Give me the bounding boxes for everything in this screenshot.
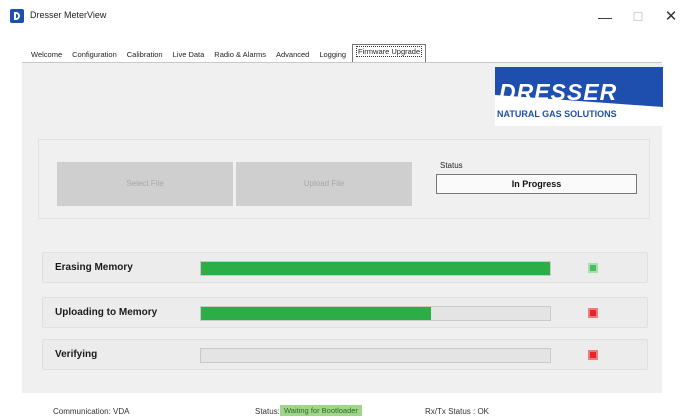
tab-logging[interactable]: Logging (315, 47, 350, 62)
logo-name: DRESSER (499, 79, 618, 105)
step-label: Uploading to Memory (55, 307, 158, 318)
step-label: Erasing Memory (55, 262, 133, 273)
step-uploading-memory: Uploading to Memory (42, 297, 648, 328)
status-value: In Progress (436, 174, 637, 194)
rxtx-status: Rx/Tx Status : OK (425, 407, 490, 416)
tab-firmware-upgrade[interactable]: Firmware Upgrade (352, 44, 427, 62)
tab-welcome[interactable]: Welcome (27, 47, 66, 62)
app-icon (10, 9, 24, 23)
title-bar: Dresser MeterView — ☐ ✕ (0, 0, 691, 34)
tab-configuration[interactable]: Configuration (68, 47, 121, 62)
step-erasing-memory: Erasing Memory (42, 252, 648, 283)
bootloader-status-badge: Waiting for Bootloader (280, 405, 362, 416)
progress-bar (200, 348, 551, 363)
tab-advanced[interactable]: Advanced (272, 47, 313, 62)
upload-file-button[interactable]: Upload File (236, 162, 412, 206)
status-indicator (588, 308, 598, 318)
tab-strip: Welcome Configuration Calibration Live D… (27, 44, 428, 62)
progress-fill (201, 262, 550, 275)
tab-radio-alarms[interactable]: Radio & Alarms (210, 47, 270, 62)
status-bar: Communication: VDA Status: Waiting for B… (0, 393, 691, 419)
logo-tagline: NATURAL GAS SOLUTIONS (497, 109, 617, 119)
step-label: Verifying (55, 349, 98, 360)
tab-firmware-upgrade-label: Firmware Upgrade (356, 46, 423, 57)
window-title: Dresser MeterView (30, 10, 107, 20)
select-file-button[interactable]: Select File (57, 162, 233, 206)
dresser-logo: DRESSER NATURAL GAS SOLUTIONS (495, 67, 663, 126)
status-label: Status (440, 161, 463, 170)
tab-calibration[interactable]: Calibration (123, 47, 167, 62)
status-indicator (588, 263, 598, 273)
progress-fill (201, 307, 432, 320)
maximize-button[interactable]: ☐ (620, 4, 656, 30)
progress-bar (200, 306, 551, 321)
step-verifying: Verifying (42, 339, 648, 370)
status-bar-label: Status: (255, 407, 280, 416)
status-indicator (588, 350, 598, 360)
communication-status: Communication: VDA (53, 407, 130, 416)
progress-bar (200, 261, 551, 276)
tab-live-data[interactable]: Live Data (169, 47, 209, 62)
close-button[interactable]: ✕ (653, 4, 689, 30)
minimize-button[interactable]: — (587, 4, 623, 30)
